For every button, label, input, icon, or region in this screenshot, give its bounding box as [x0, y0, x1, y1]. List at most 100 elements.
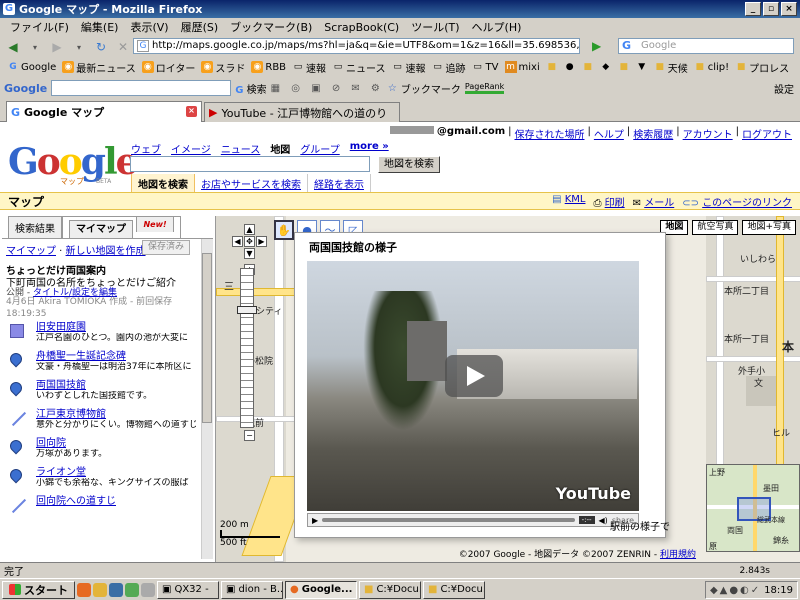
help-link[interactable]: ヘルプ [594, 126, 624, 141]
print-link[interactable]: ⎙ 印刷 [593, 194, 624, 209]
pan-up-icon[interactable]: ▲ [244, 224, 255, 235]
video-play-icon[interactable]: ▶ [312, 516, 318, 525]
google-toolbar-input[interactable] [51, 80, 232, 96]
bookmark-item[interactable]: G Google [4, 61, 59, 73]
taskbar-item[interactable]: ▣ dion - B... [221, 580, 283, 599]
bookmark-folder[interactable]: ■ [615, 61, 633, 73]
zoom-slider-thumb[interactable] [237, 306, 257, 314]
saved-places-link[interactable]: 保存された場所 [515, 126, 585, 141]
taskbar-item[interactable]: ■C:¥Docu... [423, 580, 485, 599]
start-button[interactable]: スタート [2, 580, 75, 599]
bookmark-item[interactable]: ◉ ロイター [139, 60, 199, 75]
nav-groups[interactable]: グループ [300, 141, 339, 156]
bookmark-item[interactable]: ■ 天候 [651, 60, 691, 75]
search-tab-businesses[interactable]: お店やサービスを検索 [195, 174, 308, 194]
menu-edit[interactable]: 編集(E) [75, 19, 125, 35]
bookmark-item[interactable]: ■ clip! [691, 61, 732, 73]
pan-center-icon[interactable]: ✥ [244, 236, 255, 247]
dropdown-icon[interactable]: ▾ [70, 38, 88, 56]
placemark-title[interactable]: ライオン堂 [36, 467, 196, 478]
taskbar-item[interactable]: ● Google... [285, 580, 357, 599]
tab-my-maps[interactable]: マイマップ New! [62, 216, 181, 238]
app-quicklaunch-icon[interactable] [141, 582, 155, 597]
menu-history[interactable]: 履歴(S) [175, 19, 225, 35]
reload-icon[interactable]: ↻ [92, 38, 110, 56]
placemark-title[interactable]: 旧安田庭園 [36, 322, 196, 333]
map-type-hybrid[interactable]: 地図+写真 [742, 220, 796, 235]
my-maps-link[interactable]: マイマップ [6, 246, 56, 257]
google-toolbar-search-button[interactable]: G 検索 [235, 81, 266, 96]
tab-search-results[interactable]: 検索結果 [8, 216, 62, 238]
list-item[interactable]: 両国国技館 いわずとしれた国技館です。 [6, 379, 196, 404]
page-link[interactable]: ⊂⊃ このページのリンク [682, 194, 792, 209]
menu-bookmarks[interactable]: ブックマーク(B) [224, 19, 318, 35]
placemark-title[interactable]: 江戸東京博物館 [36, 409, 196, 420]
bookmark-item[interactable]: ▭ 速報 [289, 60, 329, 75]
create-map-link[interactable]: 新しい地図を作成 [66, 246, 146, 257]
bookmark-folder[interactable]: ● [561, 61, 579, 73]
list-item[interactable]: 回向院 万塚があります。 [6, 437, 196, 462]
play-icon[interactable] [445, 355, 503, 397]
saved-button[interactable]: 保存済み [142, 240, 190, 255]
map-type-satellite[interactable]: 航空写真 [692, 220, 739, 235]
forward-icon[interactable]: ▶ [48, 38, 66, 56]
youtube-video[interactable]: YouTube [307, 261, 639, 511]
bookmark-item[interactable]: ◉ 最新ニュース [59, 60, 139, 75]
bookmark-folder[interactable]: ▼ [633, 61, 651, 73]
folder-quicklaunch-icon[interactable] [93, 582, 107, 597]
close-button[interactable]: × [781, 2, 797, 16]
bookmark-item[interactable]: ▭ ニュース [329, 60, 389, 75]
scrollbar[interactable] [201, 239, 213, 559]
map-search-input[interactable] [130, 156, 370, 172]
list-item[interactable]: 回向院への道すじ [6, 496, 196, 520]
stop-icon[interactable]: ✕ [114, 38, 132, 56]
dropdown-icon[interactable]: ▾ [26, 38, 44, 56]
star-icon[interactable]: ☆ [388, 83, 397, 94]
placemark-title[interactable]: 両国国技館 [36, 380, 196, 391]
list-item[interactable]: 舟橋聖一生誕記念碑 文豪・舟橋聖一は明治37年に本所区に [6, 350, 196, 375]
tab-youtube[interactable]: ▶ YouTube - 江戸博物館への道のり [204, 102, 400, 122]
bookmark-item[interactable]: ◉ RBB [248, 61, 289, 73]
tab-google-maps[interactable]: G Google マップ × [6, 101, 202, 122]
back-icon[interactable]: ◀ [4, 38, 22, 56]
pan-left-icon[interactable]: ◀ [232, 236, 243, 247]
menu-file[interactable]: ファイル(F) [4, 19, 75, 35]
placemark-title[interactable]: 舟橋聖一生誕記念碑 [36, 351, 196, 362]
overview-map[interactable]: 上野 墨田 両国 錦糸 総武本線 原 [706, 464, 800, 552]
bookmark-item[interactable]: ▭ TV [469, 61, 502, 73]
email-link[interactable]: ✉ メール [633, 194, 675, 209]
google-toolbar-bookmark[interactable]: ブックマーク [401, 81, 461, 96]
scrollbar-thumb[interactable] [202, 253, 212, 423]
menu-help[interactable]: ヘルプ(H) [466, 19, 528, 35]
google-toolbar-settings[interactable]: 設定 [774, 81, 794, 96]
bookmark-item[interactable]: ■ プロレス [732, 60, 792, 75]
hand-tool-icon[interactable]: ✋ [274, 220, 294, 240]
search-history-link[interactable]: 検索履歴 [633, 126, 673, 141]
nav-more[interactable]: more » [350, 141, 389, 156]
placemark-title[interactable]: 回向院 [36, 438, 196, 449]
close-tab-icon[interactable]: × [186, 106, 197, 117]
go-icon[interactable]: ▶ [592, 39, 608, 55]
tray-icons[interactable]: ◆▲●◐✓ [710, 585, 761, 596]
taskbar-item[interactable]: ▣ QX32 - [157, 580, 219, 599]
menu-view[interactable]: 表示(V) [124, 19, 174, 35]
search-tab-directions[interactable]: 経路を表示 [308, 174, 371, 194]
zoom-slider[interactable] [240, 268, 254, 428]
maximize-button[interactable]: ▫ [763, 2, 779, 16]
menu-tools[interactable]: ツール(T) [405, 19, 465, 35]
pan-right-icon[interactable]: ▶ [256, 236, 267, 247]
bookmark-item[interactable]: ▭ 速報 [389, 60, 429, 75]
firefox-quicklaunch-icon[interactable] [77, 582, 91, 597]
account-link[interactable]: アカウント [683, 126, 733, 141]
search-input[interactable]: G Google [618, 38, 794, 54]
search-tab-maps[interactable]: 地図を検索 [131, 174, 195, 194]
pan-down-icon[interactable]: ▼ [244, 248, 255, 259]
bookmark-item[interactable]: m mixi [502, 61, 543, 73]
list-item[interactable]: 旧安田庭園 江戸名園のひとつ。園内の池が大変に [6, 322, 196, 346]
kml-link[interactable]: ▤ KML [552, 194, 585, 209]
menu-scrapbook[interactable]: ScrapBook(C) [318, 21, 405, 34]
bookmark-folder[interactable]: ■ [543, 61, 561, 73]
list-item[interactable]: 江戸東京博物館 意外と分かりにくい。博物館への道すじ [6, 409, 196, 433]
video-progress-bar[interactable] [322, 518, 575, 522]
taskbar-item[interactable]: ■C:¥Docu... [359, 580, 421, 599]
